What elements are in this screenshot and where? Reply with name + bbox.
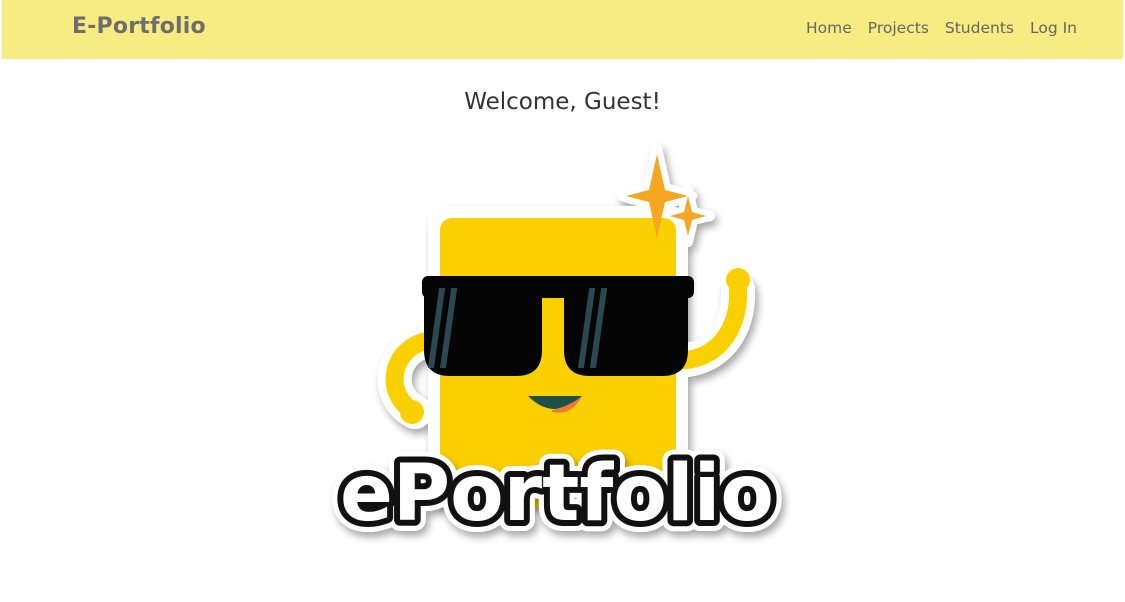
nav-links: Home Projects Students Log In	[806, 19, 1077, 37]
eportfolio-logo: ePortfolio ePortfolio	[320, 140, 790, 560]
top-navbar: E-Portfolio Home Projects Students Log I…	[2, 0, 1123, 59]
nav-link-students[interactable]: Students	[945, 19, 1014, 37]
welcome-heading: Welcome, Guest!	[464, 89, 661, 115]
brand-link[interactable]: E-Portfolio	[72, 14, 206, 39]
nav-link-home[interactable]: Home	[806, 19, 852, 37]
nav-link-projects[interactable]: Projects	[868, 19, 929, 37]
eportfolio-wordmark-text: ePortfolio	[340, 449, 774, 539]
nav-link-login[interactable]: Log In	[1030, 19, 1077, 37]
